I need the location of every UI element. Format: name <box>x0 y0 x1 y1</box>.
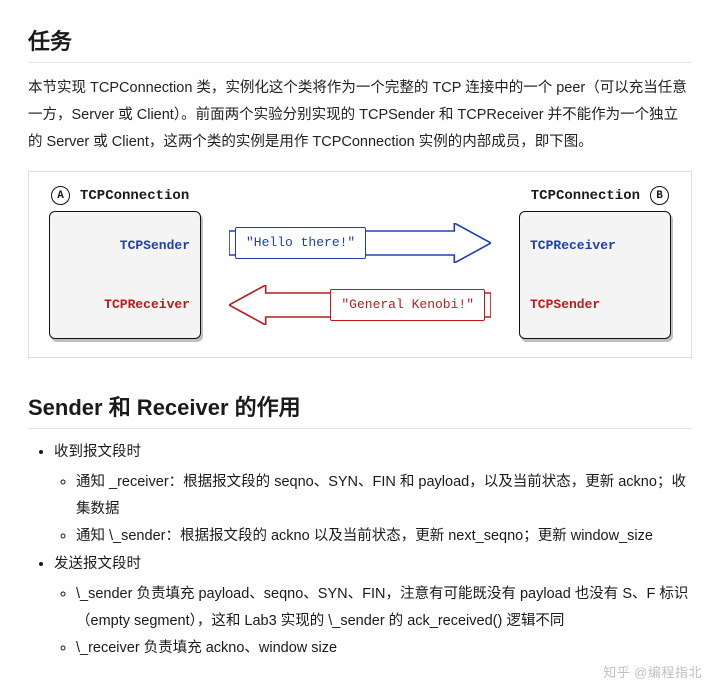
list-item: \_receiver 负责填充 ackno、window size <box>76 635 692 662</box>
list-item: 通知 _receiver：根据报文段的 seqno、SYN、FIN 和 payl… <box>76 469 692 523</box>
list-item: 收到报文段时 通知 _receiver：根据报文段的 seqno、SYN、FIN… <box>54 439 692 549</box>
list-label: 发送报文段时 <box>54 556 141 572</box>
arrow-hello: "Hello there!" <box>229 223 491 263</box>
watermark: 知乎 @编程指北 <box>603 662 702 681</box>
arrow-area: "Hello there!" "General Kenobi!" <box>229 211 491 337</box>
peer-a-receiver: TCPReceiver <box>60 297 190 312</box>
list-item: 通知 \_sender：根据报文段的 ackno 以及当前状态，更新 next_… <box>76 523 692 550</box>
peer-b-badge: B <box>650 186 669 205</box>
list-item: 发送报文段时 \_sender 负责填充 payload、seqno、SYN、F… <box>54 551 692 661</box>
peer-a-title: TCPConnection <box>80 188 189 204</box>
peer-a-sender: TCPSender <box>60 238 190 253</box>
peer-b-receiver: TCPReceiver <box>530 238 660 253</box>
intro-paragraph: 本节实现 TCPConnection 类，实例化这个类将作为一个完整的 TCP … <box>28 75 692 155</box>
peer-a-badge: A <box>51 186 70 205</box>
msg-kenobi: "General Kenobi!" <box>330 289 485 321</box>
list-item: \_sender 负责填充 payload、seqno、SYN、FIN，注意有可… <box>76 581 692 635</box>
peer-a-box: TCPSender TCPReceiver <box>49 211 201 339</box>
heading-roles: Sender 和 Receiver 的作用 <box>28 390 692 429</box>
msg-hello: "Hello there!" <box>235 227 366 259</box>
peer-b-box: TCPReceiver TCPSender <box>519 211 671 339</box>
peer-b-sender: TCPSender <box>530 297 660 312</box>
arrow-kenobi: "General Kenobi!" <box>229 285 491 325</box>
peer-b-title: TCPConnection <box>531 188 640 204</box>
roles-list: 收到报文段时 通知 _receiver：根据报文段的 seqno、SYN、FIN… <box>28 439 692 661</box>
heading-task: 任务 <box>28 24 692 63</box>
list-label: 收到报文段时 <box>54 444 141 460</box>
tcp-diagram: A TCPConnection TCPConnection B TCPSende… <box>28 171 692 358</box>
